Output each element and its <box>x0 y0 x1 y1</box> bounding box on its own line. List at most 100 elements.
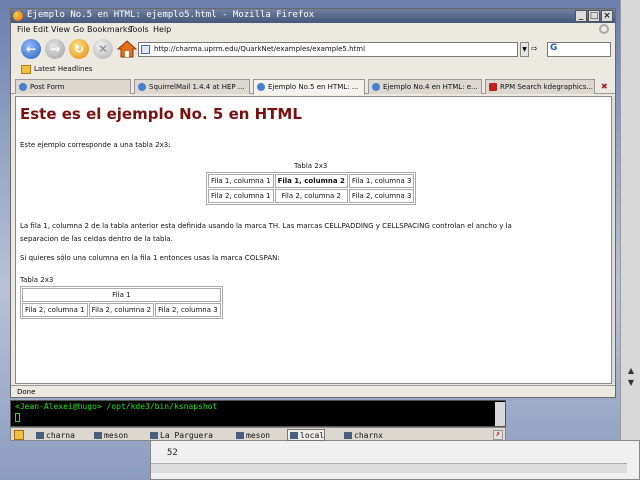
table-cell: Fila 2, columna 1 <box>22 303 88 317</box>
tab-ejemplo-5[interactable]: Ejemplo No.5 en HTML: ... <box>253 79 365 95</box>
tab-page-icon <box>257 83 265 91</box>
background-window-text: 52 <box>167 448 178 458</box>
horizontal-scrollbar[interactable] <box>151 463 627 473</box>
tab-label: Ejemplo No.5 en HTML: ... <box>268 83 359 91</box>
url-dropdown-icon[interactable]: ▼ <box>520 42 529 57</box>
tab-label: Ejemplo No.4 en HTML: e... <box>383 83 478 91</box>
terminal-prompt: <Jean-Alexei@hugo> /opt/kde3/bin/ksnapsh… <box>15 402 218 411</box>
title-bar[interactable]: Ejemplo No.5 en HTML: ejemplo5.html - Mo… <box>11 9 615 23</box>
tab-post-form[interactable]: Post Form <box>15 79 131 94</box>
table2: Fila 1 Fila 2, columna 1 Fila 2, columna… <box>20 286 223 319</box>
table-cell: Fila 2, columna 1 <box>208 189 274 203</box>
tab-page-icon <box>138 83 146 91</box>
menu-bar: File Edit View Go Bookmarks Tools Help <box>11 23 615 37</box>
table-row: Fila 2, columna 1 Fila 2, columna 2 Fila… <box>22 303 221 317</box>
trash-icon[interactable]: ✗ <box>493 430 503 440</box>
minimize-icon[interactable]: _ <box>575 10 587 22</box>
taskbar-label: La Parguera <box>160 431 213 440</box>
taskbar-label: charna <box>46 431 75 440</box>
tab-bar: Post Form SquirrelMail 1.4.4 at HEP ... … <box>11 79 615 95</box>
tab-rpm-icon <box>489 83 497 91</box>
tab-page-icon <box>19 83 27 91</box>
menu-edit[interactable]: Edit <box>33 25 49 34</box>
page-scrollbar[interactable] <box>612 96 615 384</box>
url-bar[interactable]: http://charma.uprm.edu/QuarkNet/examples… <box>138 42 518 57</box>
table-cell: Fila 2, columna 2 <box>274 189 348 203</box>
table-cell: Fila 1, columna 3 <box>348 174 415 188</box>
terminal-window[interactable]: <Jean-Alexei@hugo> /opt/kde3/bin/ksnapsh… <box>10 400 506 427</box>
menu-view[interactable]: View <box>51 25 70 34</box>
forward-arrow-icon: → <box>49 42 61 56</box>
window-icon <box>150 432 158 439</box>
window-icon <box>94 432 102 439</box>
window-icon <box>36 432 44 439</box>
tab-label: RPM Search kdegraphics... <box>500 83 594 91</box>
taskbar-item-charna[interactable]: charna <box>33 429 76 441</box>
window-title: Ejemplo No.5 en HTML: ejemplo5.html - Mo… <box>27 10 315 20</box>
taskbar-item-local[interactable]: local <box>287 429 326 441</box>
menu-go[interactable]: Go <box>73 25 84 34</box>
latest-headlines-link[interactable]: Latest Headlines <box>34 65 92 73</box>
table-header-cell: Fila 1, columna 2 <box>274 174 348 188</box>
background-window-scrollbar[interactable]: ▲ ▼ <box>620 0 640 440</box>
tab-label: Post Form <box>30 83 65 91</box>
google-icon: G <box>550 43 558 53</box>
bookmarks-toolbar: Latest Headlines <box>11 63 615 77</box>
table2-caption: Tabla 2x3 <box>20 276 54 284</box>
menu-bookmarks[interactable]: Bookmarks <box>87 25 132 34</box>
status-bar: Done <box>11 385 615 397</box>
taskbar-label: meson <box>246 431 271 440</box>
back-button[interactable]: ← <box>21 39 41 59</box>
intro-text: Este ejemplo corresponde a una tabla 2x3… <box>20 141 171 149</box>
taskbar-label: local <box>300 431 325 440</box>
close-icon[interactable]: × <box>601 10 613 22</box>
table-row: Fila 1 <box>22 288 221 302</box>
colspan-intro: Si quieres sólo una columna en la fila 1… <box>20 254 280 262</box>
throbber-icon <box>599 24 609 34</box>
taskbar-item-meson-2[interactable]: meson <box>233 429 271 441</box>
navigation-toolbar: ← → ↻ ✕ http://charma.uprm.edu/QuarkNet/… <box>11 37 615 61</box>
menu-help[interactable]: Help <box>153 25 171 34</box>
background-window[interactable]: 52 <box>150 440 640 480</box>
table-cell: Fila 1, columna 1 <box>208 174 274 188</box>
firefox-icon <box>13 11 23 21</box>
taskbar: charna meson La Parguera meson local cha… <box>10 427 506 441</box>
paragraph-line-2: separacion de las celdas dentro de la ta… <box>20 235 173 243</box>
tab-rpm-search[interactable]: RPM Search kdegraphics... <box>485 79 595 94</box>
home-icon <box>116 40 138 58</box>
terminal-scrollbar[interactable] <box>495 402 505 426</box>
table-cell: Fila 2, columna 3 <box>348 189 415 203</box>
maximize-icon[interactable]: □ <box>588 10 600 22</box>
menu-tools[interactable]: Tools <box>129 25 149 34</box>
table-cell: Fila 2, columna 3 <box>155 303 221 317</box>
table-row: Fila 2, columna 1 Fila 2, columna 2 Fila… <box>208 189 415 203</box>
taskbar-label: meson <box>104 431 129 440</box>
scroll-down-icon[interactable]: ▼ <box>626 378 636 388</box>
window-icon <box>236 432 244 439</box>
taskbar-item-la-parguera[interactable]: La Parguera <box>147 429 214 441</box>
terminal-cursor <box>15 413 20 422</box>
go-icon[interactable]: ⇨ <box>531 44 541 55</box>
taskbar-item-meson[interactable]: meson <box>91 429 129 441</box>
forward-button[interactable]: → <box>45 39 65 59</box>
stop-button[interactable]: ✕ <box>93 39 113 59</box>
taskbar-label: charnx <box>354 431 383 440</box>
tab-ejemplo-4[interactable]: Ejemplo No.4 en HTML: e... <box>368 79 482 94</box>
back-arrow-icon: ← <box>25 42 37 56</box>
window-icon <box>344 432 352 439</box>
page-icon <box>141 45 150 54</box>
close-tab-icon[interactable]: ✖ <box>601 82 608 91</box>
menu-file[interactable]: File <box>17 25 30 34</box>
scroll-up-icon[interactable]: ▲ <box>626 366 636 376</box>
kde-menu-icon[interactable] <box>14 430 24 440</box>
tab-page-icon <box>372 83 380 91</box>
home-button[interactable] <box>116 39 138 59</box>
table-cell-colspan: Fila 1 <box>22 288 221 302</box>
paragraph-line-1: La fila 1, columna 2 de la tabla anterio… <box>20 222 512 230</box>
reload-button[interactable]: ↻ <box>69 39 89 59</box>
taskbar-item-charnx[interactable]: charnx <box>341 429 384 441</box>
search-input[interactable]: G <box>547 42 611 57</box>
stop-icon: ✕ <box>97 42 109 56</box>
tab-squirrelmail[interactable]: SquirrelMail 1.4.4 at HEP ... <box>134 79 250 94</box>
rss-folder-icon <box>21 65 31 74</box>
